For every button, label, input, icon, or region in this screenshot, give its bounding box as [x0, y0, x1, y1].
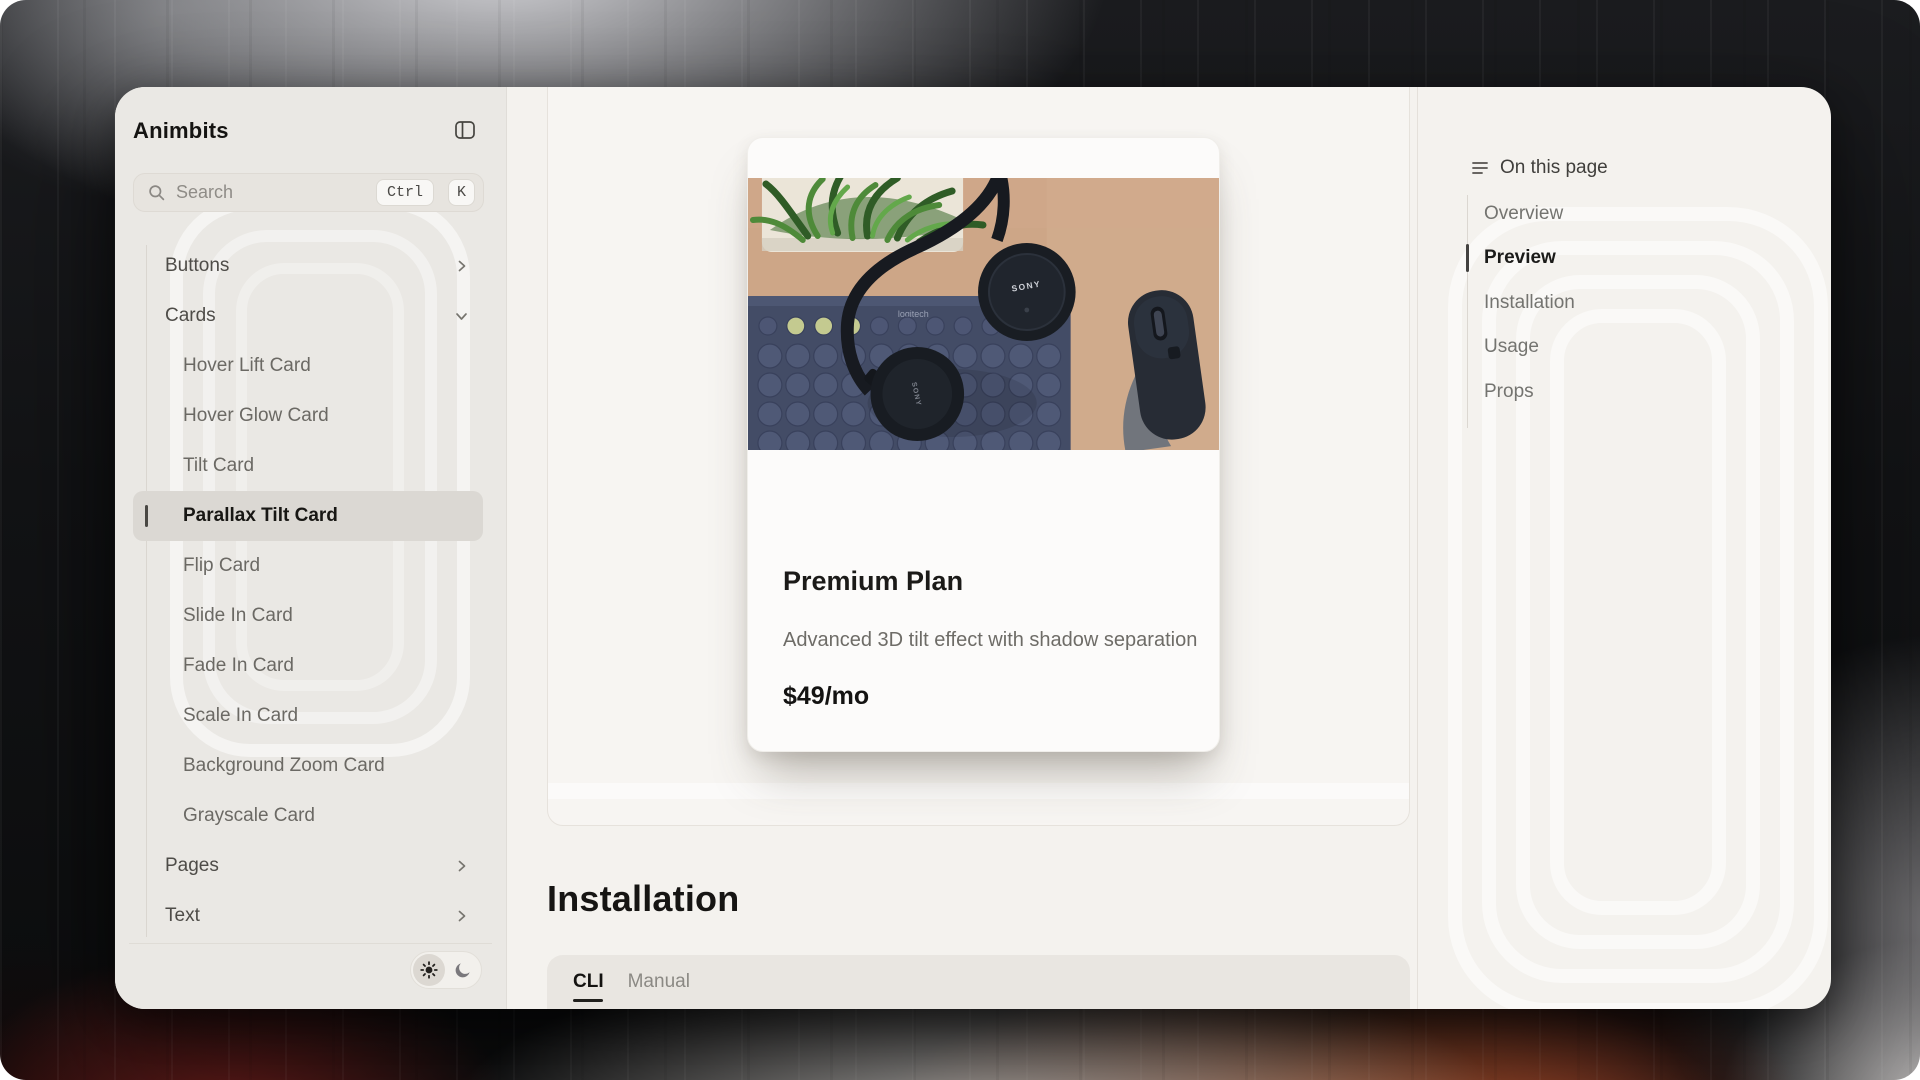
panel-toggle-icon	[453, 118, 477, 142]
chevron-right-icon	[453, 258, 470, 275]
sidebar-item-parallax-tilt-card[interactable]: Parallax Tilt Card	[133, 491, 483, 541]
sidebar-item-grayscale-card[interactable]: Grayscale Card	[133, 791, 483, 841]
sidebar-item-scale-in-card[interactable]: Scale In Card	[133, 691, 483, 741]
desktop-background: Animbits Search Ctrl K Buttons	[0, 0, 1920, 1080]
light-mode-button[interactable]	[413, 954, 445, 986]
sidebar-item-fade-in-card[interactable]: Fade In Card	[133, 641, 483, 691]
toc-list-icon	[1470, 158, 1490, 178]
kbd-k: K	[448, 179, 475, 206]
chevron-right-icon	[453, 908, 470, 925]
toc-decor-ring	[1448, 207, 1828, 1009]
search-input[interactable]: Search Ctrl K	[133, 173, 484, 212]
card-image-headphones-keyboard-photo: logitech SONY	[748, 178, 1219, 450]
sidebar-divider	[129, 943, 492, 944]
chevron-down-icon	[453, 308, 470, 325]
moon-icon	[454, 961, 472, 979]
sidebar-item-flip-card[interactable]: Flip Card	[133, 541, 483, 591]
search-placeholder: Search	[176, 182, 365, 203]
kbd-ctrl: Ctrl	[376, 179, 434, 206]
toc-tree-line	[1467, 195, 1468, 428]
on-this-page-panel: On this page Overview Preview Installati…	[1418, 87, 1831, 1009]
sidebar-item-hover-glow-card[interactable]: Hover Glow Card	[133, 391, 483, 441]
sidebar-item-buttons[interactable]: Buttons	[133, 241, 483, 291]
card-title: Premium Plan	[783, 566, 963, 597]
sidebar: Animbits Search Ctrl K Buttons	[115, 87, 507, 1009]
sidebar-item-pages[interactable]: Pages	[133, 841, 483, 891]
chevron-right-icon	[453, 858, 470, 875]
toc-item-usage[interactable]: Usage	[1484, 336, 1539, 358]
parallax-tilt-card-preview[interactable]: logitech SONY	[747, 137, 1220, 752]
sidebar-toggle-button[interactable]	[451, 116, 479, 144]
tab-cli[interactable]: CLI	[573, 971, 604, 1009]
toc-active-indicator	[1466, 244, 1469, 272]
main-content: logitech SONY	[507, 87, 1417, 1009]
installation-tabs-panel: CLI Manual	[547, 955, 1410, 1009]
installation-heading: Installation	[547, 878, 739, 920]
svg-text:logitech: logitech	[898, 309, 929, 319]
sidebar-item-tilt-card[interactable]: Tilt Card	[133, 441, 483, 491]
toc-item-props[interactable]: Props	[1484, 381, 1534, 403]
toc-item-preview[interactable]: Preview	[1484, 247, 1556, 269]
card-price: $49/mo	[783, 682, 869, 711]
sidebar-item-hover-lift-card[interactable]: Hover Lift Card	[133, 341, 483, 391]
preview-panel: logitech SONY	[547, 87, 1410, 826]
app-title: Animbits	[133, 118, 229, 144]
dark-mode-button[interactable]	[447, 954, 479, 986]
toc-decor-ring	[1516, 275, 1760, 949]
sidebar-item-slide-in-card[interactable]: Slide In Card	[133, 591, 483, 641]
tab-manual[interactable]: Manual	[628, 971, 690, 1009]
sun-icon	[420, 961, 438, 979]
toc-item-installation[interactable]: Installation	[1484, 292, 1575, 314]
toc-decor-ring	[1550, 309, 1726, 915]
search-icon	[148, 184, 165, 201]
sidebar-item-text[interactable]: Text	[133, 891, 483, 941]
toc-item-overview[interactable]: Overview	[1484, 203, 1563, 225]
sidebar-item-background-zoom-card[interactable]: Background Zoom Card	[133, 741, 483, 791]
theme-toggle[interactable]	[410, 951, 482, 989]
card-description: Advanced 3D tilt effect with shadow sepa…	[783, 629, 1197, 652]
app-window: Animbits Search Ctrl K Buttons	[115, 87, 1831, 1009]
toc-header: On this page	[1470, 157, 1608, 179]
sidebar-nav: Buttons Cards Hover Lift Card Hover Glow…	[115, 241, 507, 941]
sidebar-item-cards[interactable]: Cards	[133, 291, 483, 341]
